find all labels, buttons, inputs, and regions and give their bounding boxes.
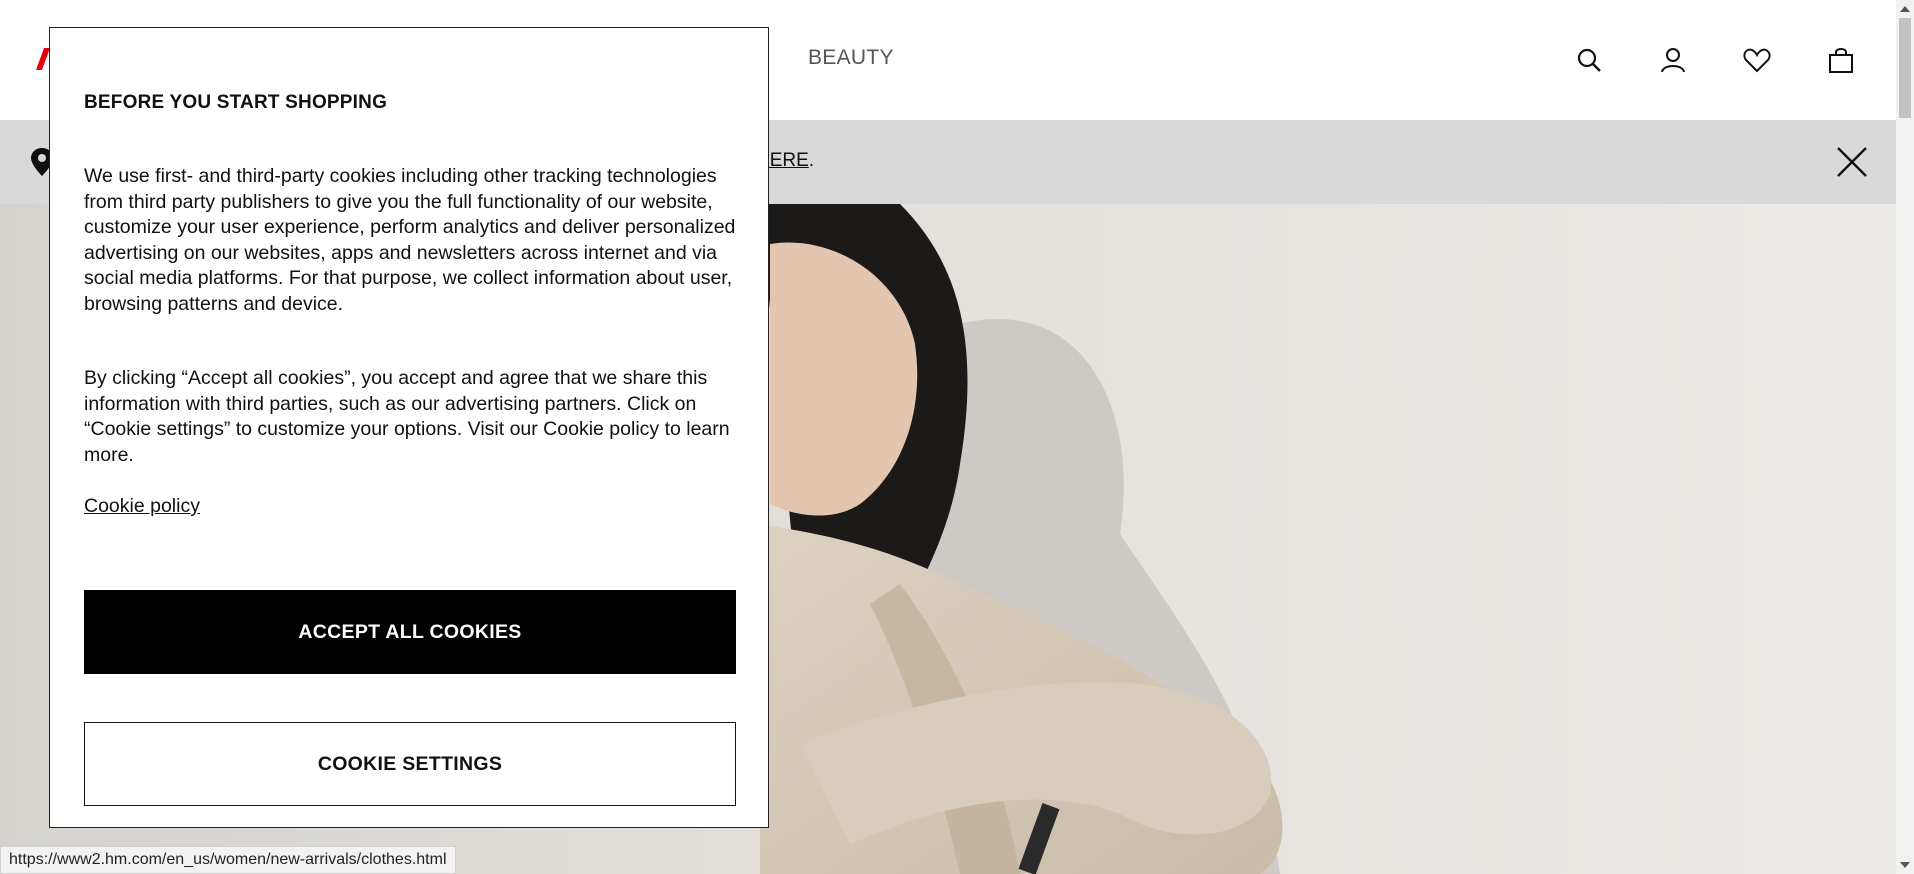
cookie-dialog-title: BEFORE YOU START SHOPPING	[84, 92, 388, 113]
cookie-consent-dialog: BEFORE YOU START SHOPPING We use first- …	[49, 27, 769, 828]
cookie-dialog-paragraph-1: We use first- and third-party cookies in…	[84, 165, 736, 315]
notice-trailing-text: .	[808, 150, 815, 171]
favorites-icon[interactable]	[1741, 44, 1773, 76]
page-scrollbar[interactable]	[1896, 0, 1914, 874]
cookie-dialog-paragraph-2: By clicking “Accept all cookies”, you ac…	[84, 367, 730, 466]
browser-status-url: https://www2.hm.com/en_us/women/new-arri…	[0, 846, 456, 874]
cookie-policy-link[interactable]: Cookie policy	[84, 495, 200, 518]
scrollbar-thumb[interactable]	[1899, 18, 1911, 118]
close-icon[interactable]	[1834, 144, 1870, 180]
scroll-up-arrow-icon[interactable]	[1900, 6, 1910, 12]
accept-all-cookies-button[interactable]: ACCEPT ALL COOKIES	[84, 590, 736, 674]
cookie-settings-button[interactable]: COOKIE SETTINGS	[84, 722, 736, 806]
scroll-down-arrow-icon[interactable]	[1900, 862, 1910, 868]
nav-item-beauty[interactable]: BEAUTY	[808, 46, 894, 70]
search-icon[interactable]	[1573, 44, 1605, 76]
shopping-bag-icon[interactable]	[1825, 44, 1857, 76]
account-icon[interactable]	[1657, 44, 1689, 76]
